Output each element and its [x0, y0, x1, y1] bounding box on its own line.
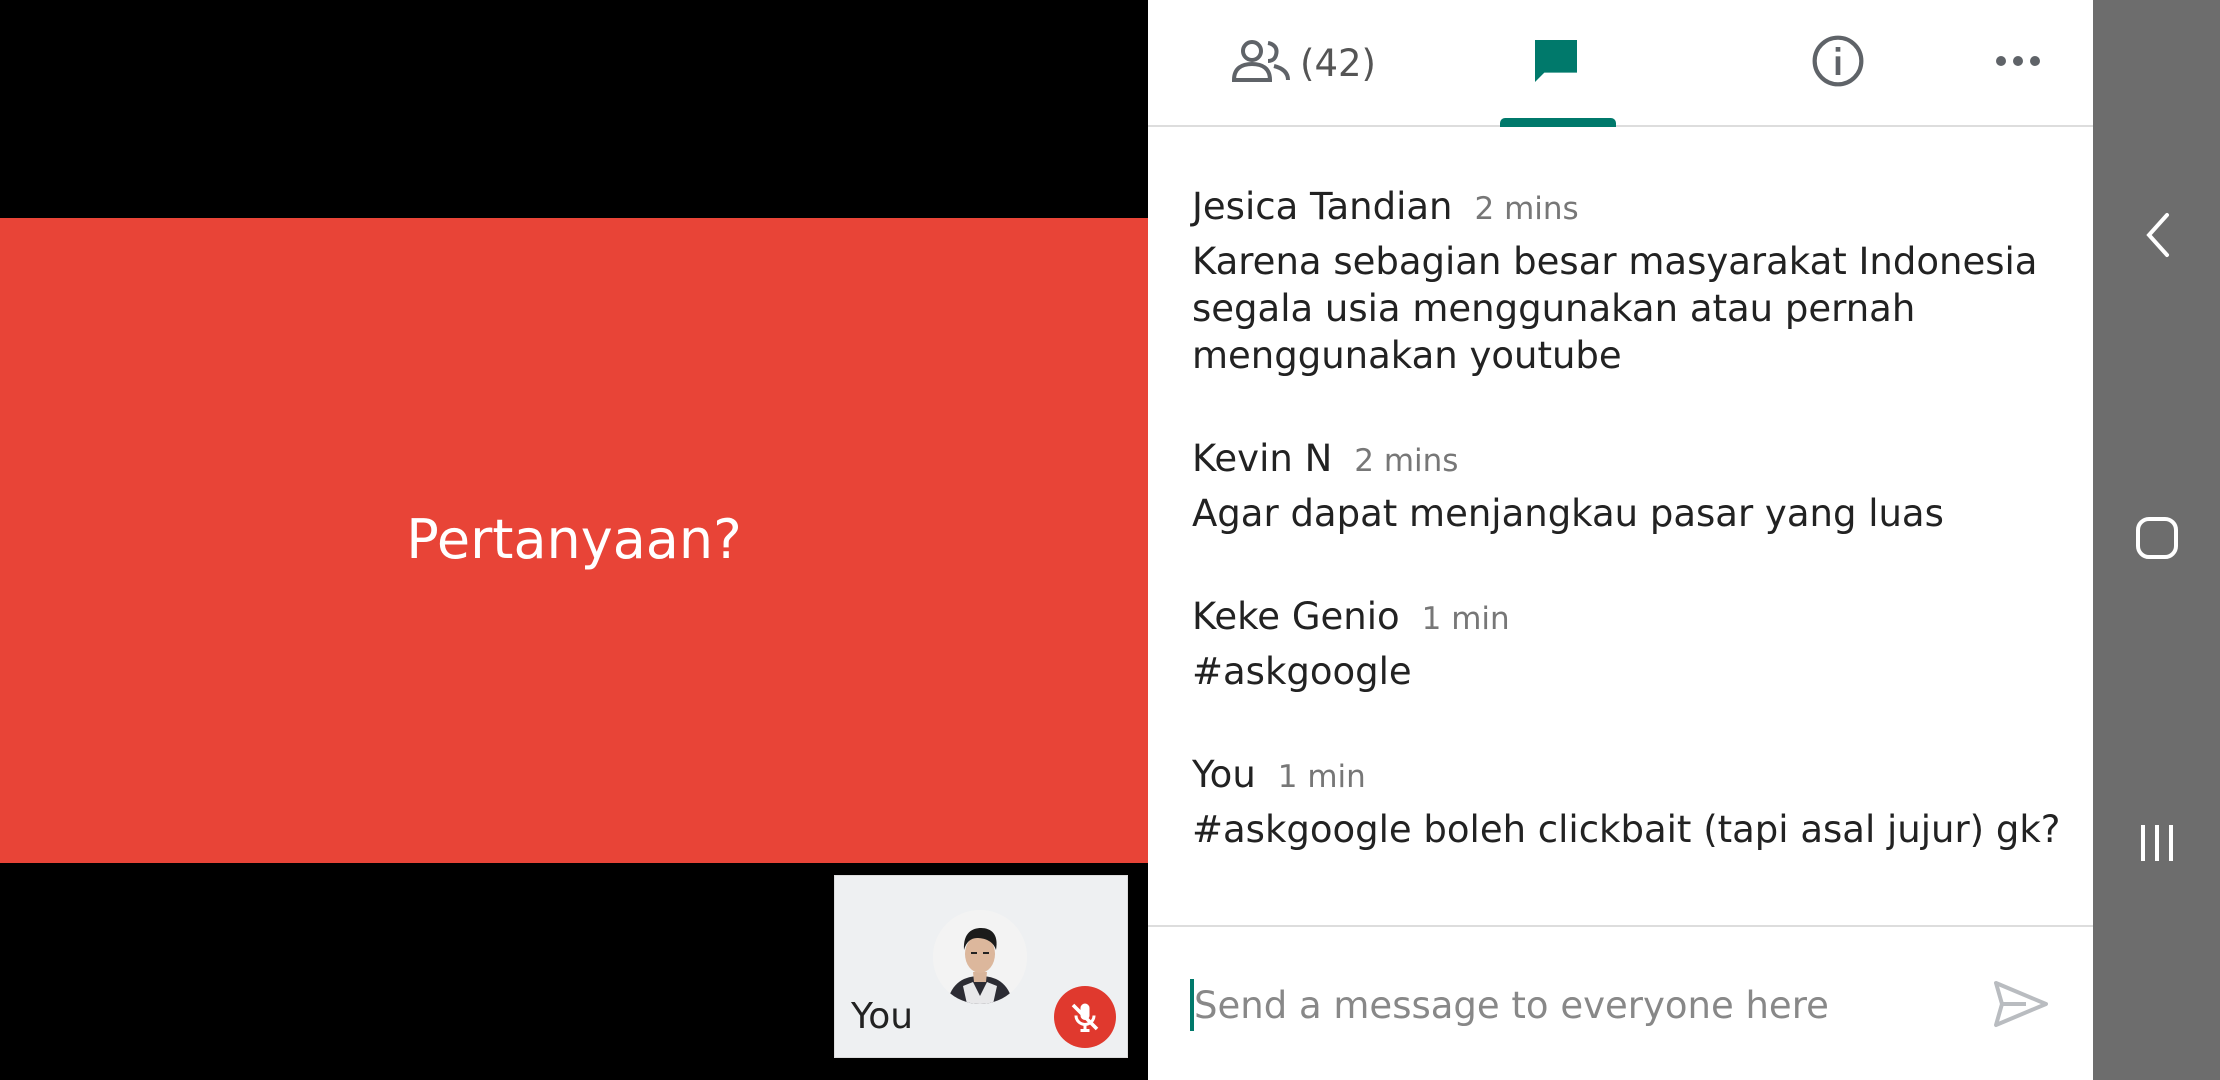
- message-text: #askgoogle: [1192, 648, 2072, 695]
- slide-title: Pertanyaan?: [406, 508, 742, 571]
- chat-message: Jesica Tandian 2 mins Karena sebagian be…: [1192, 185, 2072, 379]
- message-text: #askgoogle boleh clickbait (tapi asal ju…: [1192, 806, 2072, 853]
- message-line: menggunakan youtube: [1192, 334, 1622, 377]
- message-time: 1 min: [1421, 601, 1510, 637]
- message-line: segala usia menggunakan atau pernah: [1192, 287, 1916, 330]
- self-label: You: [851, 996, 914, 1037]
- message-time: 2 mins: [1354, 443, 1459, 479]
- message-composer: [1148, 925, 2093, 1080]
- presentation-stage: Pertanyaan? You: [0, 0, 1148, 1080]
- system-nav-bar: [2093, 0, 2220, 1080]
- tab-chat[interactable]: [1500, 0, 1612, 127]
- send-icon: [1992, 979, 2050, 1034]
- send-button[interactable]: [1990, 975, 2052, 1037]
- chat-message: Kevin N 2 mins Agar dapat menjangkau pas…: [1192, 437, 2072, 537]
- chat-message: Keke Genio 1 min #askgoogle: [1192, 595, 2072, 695]
- message-line: #askgoogle: [1192, 650, 1412, 693]
- recents-button[interactable]: [2093, 800, 2220, 890]
- avatar: [933, 910, 1027, 1004]
- message-text: Karena sebagian besar masyarakat Indones…: [1192, 238, 2072, 379]
- panel-tabs: (42): [1148, 0, 2093, 127]
- message-time: 1 min: [1277, 759, 1366, 795]
- message-sender: You: [1192, 753, 1256, 796]
- info-icon: [1810, 33, 1866, 94]
- presented-slide: Pertanyaan?: [0, 218, 1148, 863]
- people-icon: [1230, 38, 1292, 89]
- active-tab-indicator: [1500, 118, 1616, 127]
- home-button[interactable]: [2093, 495, 2220, 585]
- recents-icon: [2135, 821, 2179, 870]
- self-video-tile[interactable]: You: [834, 875, 1128, 1058]
- back-icon: [2141, 211, 2173, 264]
- participant-count: (42): [1300, 42, 1376, 85]
- chat-panel: (42) Jesica Tandian 2 mins Karena sebagi…: [1148, 0, 2093, 1080]
- message-sender: Jesica Tandian: [1192, 185, 1453, 228]
- tab-people[interactable]: (42): [1188, 0, 1418, 127]
- message-time: 2 mins: [1474, 191, 1579, 227]
- home-icon: [2134, 515, 2180, 566]
- back-button[interactable]: [2093, 192, 2220, 282]
- mic-off-icon[interactable]: [1054, 986, 1116, 1048]
- message-line: Karena sebagian besar masyarakat Indones…: [1192, 240, 2038, 283]
- message-line: #askgoogle boleh clickbait (tapi asal ju…: [1192, 808, 2061, 851]
- message-sender: Keke Genio: [1192, 595, 1400, 638]
- tab-more[interactable]: [1978, 0, 2058, 127]
- more-icon: [1995, 53, 2041, 74]
- tab-info[interactable]: [1788, 0, 1888, 127]
- message-input[interactable]: [1192, 969, 1976, 1041]
- chat-icon: [1528, 33, 1584, 94]
- message-text: Agar dapat menjangkau pasar yang luas: [1192, 490, 2072, 537]
- chat-message: You 1 min #askgoogle boleh clickbait (ta…: [1192, 753, 2072, 853]
- message-line: Agar dapat menjangkau pasar yang luas: [1192, 492, 1944, 535]
- message-list: Jesica Tandian 2 mins Karena sebagian be…: [1192, 185, 2072, 911]
- message-sender: Kevin N: [1192, 437, 1333, 480]
